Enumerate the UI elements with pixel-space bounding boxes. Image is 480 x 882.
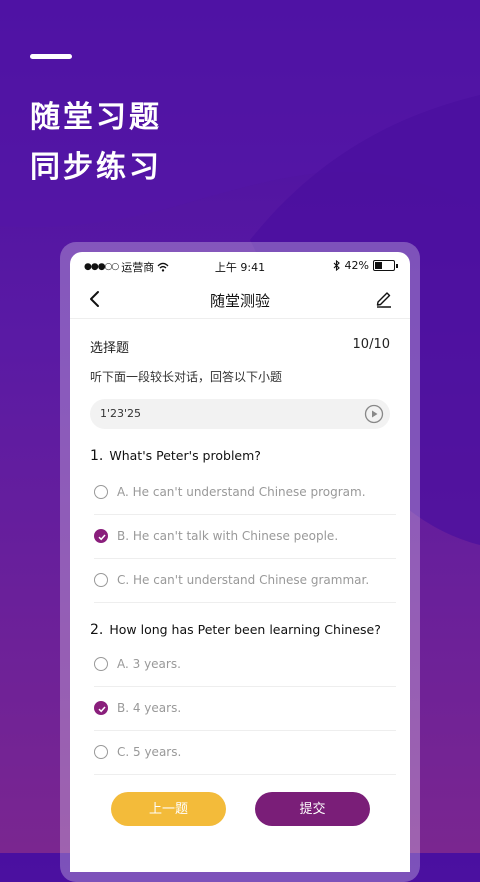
page-title: 随堂测验 [209,292,270,310]
radio-unchecked-icon[interactable] [94,657,108,671]
audio-time: 1'23'25 [100,407,142,420]
option-q1-b[interactable]: B. He can't talk with Chinese people. [94,514,396,559]
submit-button[interactable]: 提交 [255,792,370,826]
option-q2-a[interactable]: A. 3 years. [94,642,396,687]
status-bar: ●●●○○ 运营商 上午 9:41 42% [70,252,410,280]
option-label: A. He can't understand Chinese program. [117,485,366,499]
question-counter: 10/10 [352,337,390,352]
battery-icon [373,260,395,271]
battery-fill [375,262,382,269]
section-title: 选择题 [90,341,130,356]
decorative-dash [30,54,72,59]
hero-title-line2: 同步练习 [30,150,162,185]
option-label: C. He can't understand Chinese grammar. [117,573,370,587]
hero-title-line1: 随堂习题 [30,100,162,135]
radio-unchecked-icon[interactable] [94,573,108,587]
phone-screen: ●●●○○ 运营商 上午 9:41 42% 随堂测验 选择题 10/10 听下面… [70,252,410,872]
option-q2-c[interactable]: C. 5 years. [94,730,396,775]
checkmark-icon [98,534,106,541]
question-number: 2. [90,622,104,638]
instruction-text: 听下面一段较长对话，回答以下小题 [90,370,283,384]
option-label: C. 5 years. [117,745,182,759]
section-header: 选择题 10/10 [70,323,410,363]
option-q1-c[interactable]: C. He can't understand Chinese grammar. [94,558,396,603]
question-1: 1. What's Peter's problem? [90,448,261,464]
audio-player[interactable]: 1'23'25 [90,399,390,429]
play-icon[interactable] [364,404,384,424]
option-label: B. He can't talk with Chinese people. [117,529,339,543]
option-q1-a[interactable]: A. He can't understand Chinese program. [94,470,396,515]
previous-question-button[interactable]: 上一题 [111,792,226,826]
battery-tip [396,263,398,268]
question-text: What's Peter's problem? [109,448,261,463]
radio-checked-icon[interactable] [94,529,108,543]
radio-checked-icon[interactable] [94,701,108,715]
checkmark-icon [98,706,106,713]
radio-unchecked-icon[interactable] [94,485,108,499]
radio-unchecked-icon[interactable] [94,745,108,759]
option-label: A. 3 years. [117,657,181,671]
option-q2-b[interactable]: B. 4 years. [94,686,396,731]
question-2: 2. How long has Peter been learning Chine… [90,622,381,638]
pencil-icon[interactable] [374,288,394,308]
question-number: 1. [90,448,104,464]
nav-bar: 随堂测验 [70,280,410,319]
bluetooth-icon [333,260,340,271]
battery-percent: 42% [344,259,369,272]
option-label: B. 4 years. [117,701,182,715]
question-text: How long has Peter been learning Chinese… [109,622,381,637]
